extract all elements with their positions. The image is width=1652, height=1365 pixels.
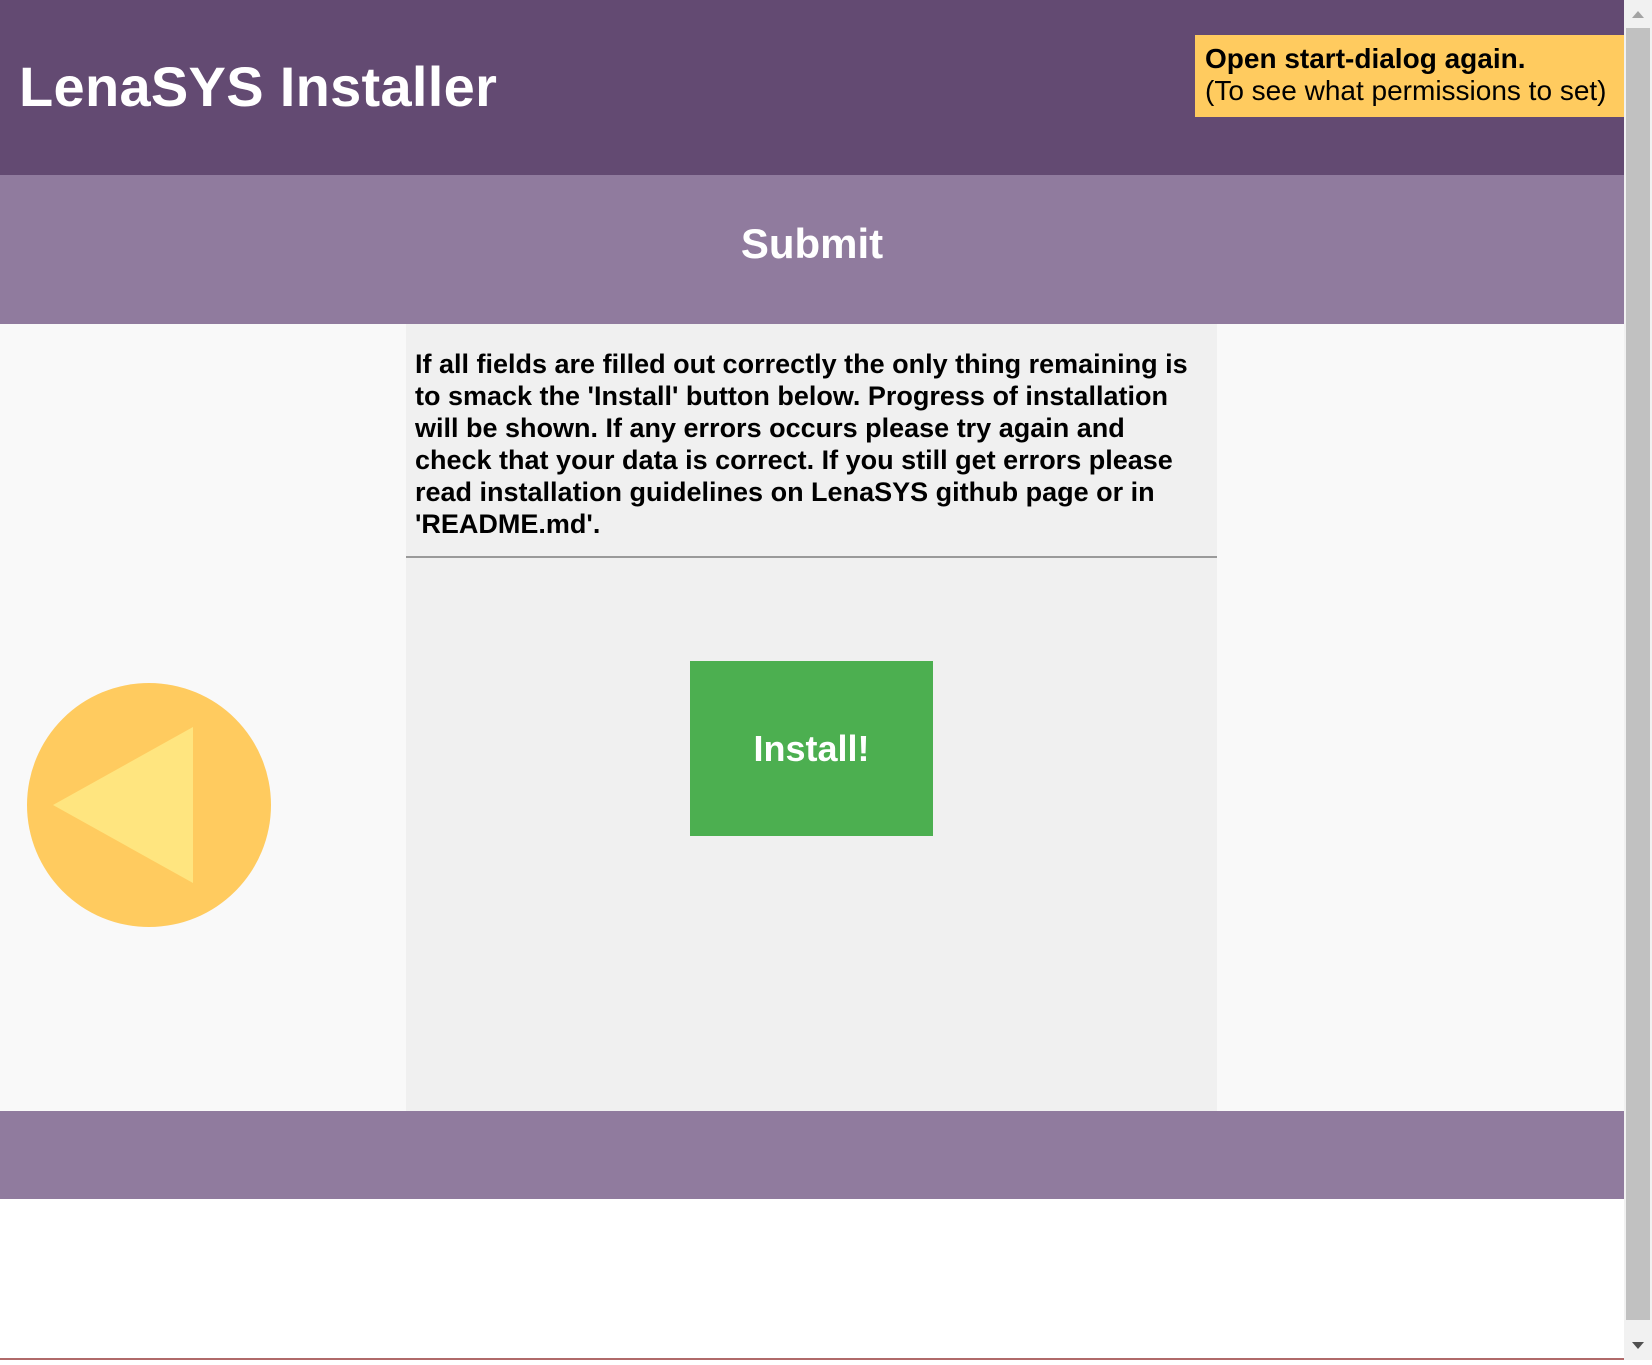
scroll-thumb[interactable] [1626, 28, 1650, 1320]
step-header: Submit [0, 175, 1624, 324]
footer [0, 1111, 1624, 1199]
scroll-up-icon[interactable] [1624, 0, 1652, 28]
install-button[interactable]: Install! [690, 661, 933, 836]
header: LenaSYS Installer Open start-dialog agai… [0, 0, 1624, 175]
start-dialog-title: Open start-dialog again. [1205, 43, 1526, 74]
app-title: LenaSYS Installer [19, 55, 498, 118]
back-button[interactable] [27, 683, 271, 927]
open-start-dialog-button[interactable]: Open start-dialog again. (To see what pe… [1195, 35, 1624, 117]
scroll-down-icon[interactable] [1624, 1332, 1652, 1360]
divider [406, 556, 1217, 558]
installer-page: LenaSYS Installer Open start-dialog agai… [0, 0, 1624, 1360]
vertical-scrollbar[interactable] [1624, 0, 1652, 1360]
start-dialog-subtitle: (To see what permissions to set) [1205, 75, 1607, 106]
install-instructions: If all fields are filled out correctly t… [415, 349, 1188, 539]
install-panel: If all fields are filled out correctly t… [406, 324, 1217, 1111]
content-area: If all fields are filled out correctly t… [0, 324, 1624, 1111]
triangle-left-icon [53, 727, 193, 883]
page-title: Submit [740, 220, 884, 267]
